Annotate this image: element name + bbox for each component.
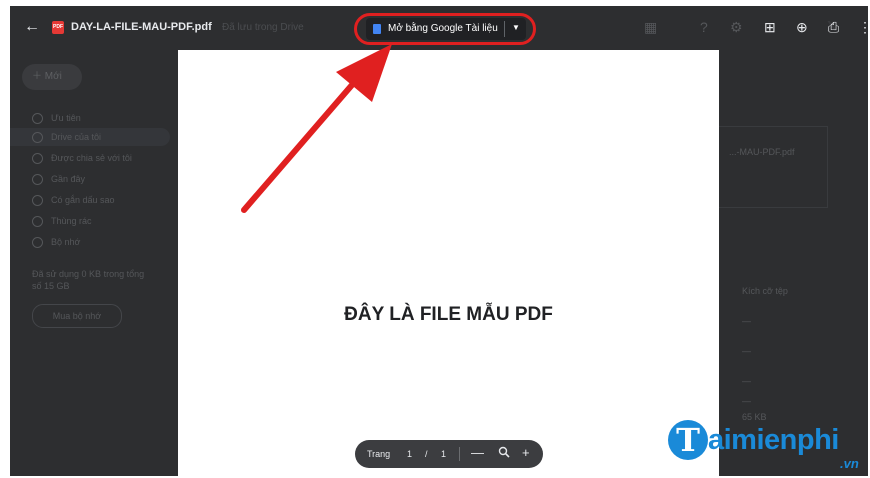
logo-text: aimienphi bbox=[708, 424, 839, 456]
logo-initial: T bbox=[668, 420, 708, 460]
annotation-arrow bbox=[241, 44, 392, 213]
logo-suffix: .vn bbox=[840, 456, 859, 471]
taimienphi-logo: T aimienphi .vn bbox=[668, 416, 870, 478]
